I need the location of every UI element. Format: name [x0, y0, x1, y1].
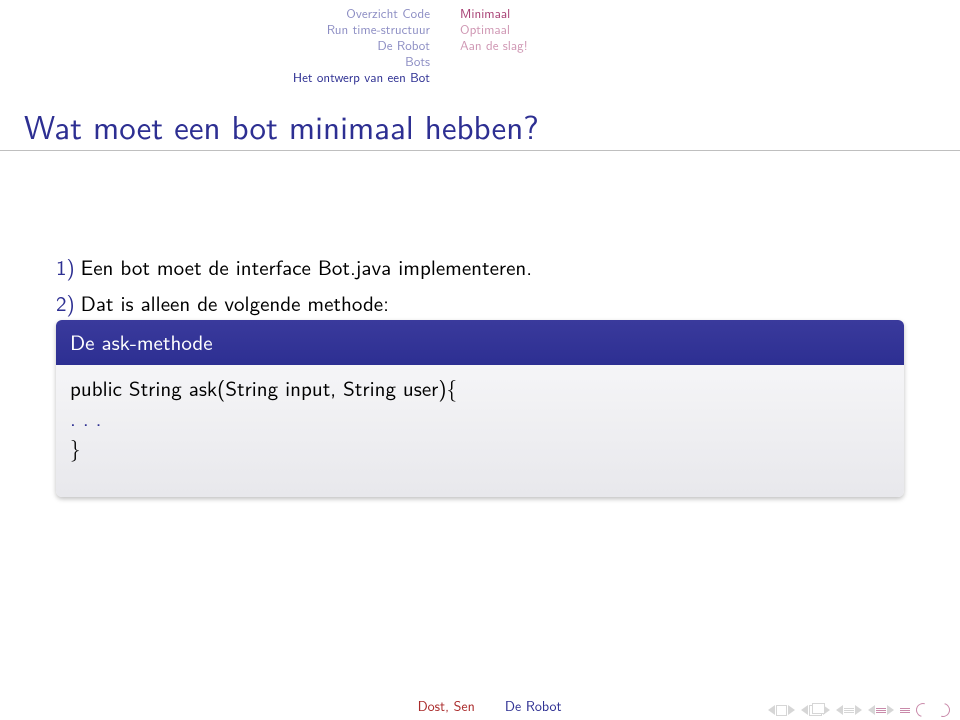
prev-frame-icon[interactable]	[801, 705, 808, 715]
next-slide-icon[interactable]	[788, 705, 795, 715]
section-header: Overzicht Code Run time-structuur De Rob…	[0, 6, 960, 86]
slide-icon[interactable]	[776, 705, 787, 716]
subsection-item[interactable]: Aan de slag!	[460, 38, 960, 54]
presentation-icon[interactable]	[900, 708, 910, 713]
section-icon[interactable]	[876, 708, 886, 713]
enumerate-text: Dat is alleen de volgende methode:	[81, 288, 389, 318]
enumerate-number: 2)	[56, 288, 75, 318]
nav-section-group	[868, 705, 894, 715]
section-item-current[interactable]: Het ontwerp van een Bot	[0, 70, 430, 86]
footer-author: Dost, Sen	[0, 696, 475, 716]
block-body: public String ask(String input, String u…	[56, 365, 904, 497]
section-item[interactable]: Bots	[0, 54, 430, 70]
section-item[interactable]: Run time-structuur	[0, 22, 430, 38]
subsection-icon[interactable]	[844, 708, 854, 713]
next-subsection-icon[interactable]	[855, 705, 862, 715]
frame-icon[interactable]	[809, 705, 822, 716]
enumerate-text: Een bot moet de interface Bot.java imple…	[81, 252, 532, 282]
next-section-icon[interactable]	[887, 705, 894, 715]
prev-slide-icon[interactable]	[768, 705, 775, 715]
nav-frame-group	[801, 705, 830, 716]
nav-controls	[768, 703, 950, 717]
prev-subsection-icon[interactable]	[836, 705, 843, 715]
prev-section-icon[interactable]	[868, 705, 875, 715]
nav-subsection-group	[836, 705, 862, 715]
frame-body: 1)Een bot moet de interface Bot.java imp…	[56, 252, 904, 324]
subsection-item-current[interactable]: Minimaal	[460, 6, 960, 22]
subsection-list-right: Minimaal Optimaal Aan de slag!	[430, 6, 960, 86]
block-title: De ask-methode	[56, 320, 904, 365]
code-line: }	[70, 433, 890, 463]
section-item[interactable]: De Robot	[0, 38, 430, 54]
slide: Overzicht Code Run time-structuur De Rob…	[0, 0, 960, 720]
code-ellipsis: . . .	[70, 403, 890, 433]
frame-title: Wat moet een bot minimaal hebben?	[24, 102, 539, 150]
forward-icon[interactable]	[933, 700, 952, 719]
title-rule	[0, 150, 960, 151]
enumerate-item: 1)Een bot moet de interface Bot.java imp…	[56, 252, 904, 282]
section-list-left: Overzicht Code Run time-structuur De Rob…	[0, 6, 430, 86]
nav-slide-group	[768, 705, 795, 716]
back-icon[interactable]	[913, 700, 932, 719]
code-line: public String ask(String input, String u…	[70, 373, 890, 403]
code-block: De ask-methode public String ask(String …	[56, 320, 904, 497]
enumerate-item: 2)Dat is alleen de volgende methode:	[56, 288, 904, 318]
enumerate-number: 1)	[56, 252, 75, 282]
subsection-item[interactable]: Optimaal	[460, 22, 960, 38]
